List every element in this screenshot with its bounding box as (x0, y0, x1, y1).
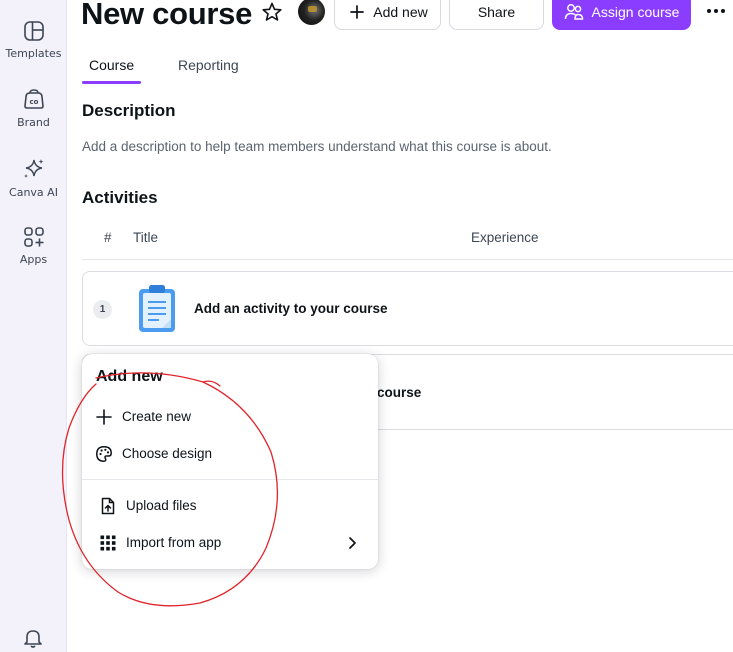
sparkle-icon (23, 159, 43, 178)
assign-users-icon (564, 3, 583, 20)
menu-item-create-new[interactable]: Create new (82, 400, 378, 434)
menu-item-label: Choose design (122, 446, 213, 461)
sidebar-item-apps[interactable]: Apps (0, 226, 67, 266)
activities-heading: Activities (82, 188, 158, 207)
star-icon[interactable] (261, 1, 283, 23)
column-header-number: # (104, 230, 112, 245)
menu-item-label: Upload files (126, 498, 197, 513)
description-heading: Description (82, 101, 176, 120)
chevron-right-icon (349, 537, 356, 549)
share-button[interactable]: Share (449, 0, 544, 30)
assign-course-label: Assign course (591, 3, 680, 20)
activity-title: Add an activity to your course (194, 301, 388, 316)
grid-apps-icon (100, 535, 116, 551)
upload-file-icon (101, 497, 115, 515)
description-placeholder[interactable]: Add a description to help team members u… (82, 139, 552, 154)
menu-item-choose-design[interactable]: Choose design (82, 437, 378, 471)
page-title: New course (81, 0, 253, 31)
apps-icon (23, 227, 44, 247)
clipboard-document-icon (139, 285, 175, 332)
menu-divider (82, 479, 378, 480)
table-header-divider (82, 259, 733, 260)
sidebar-item-label: Canva AI (9, 186, 58, 199)
share-label: Share (477, 3, 516, 20)
sidebar-item-templates[interactable]: Templates (0, 20, 67, 60)
add-new-label: Add new (373, 3, 428, 20)
sidebar: Templates co Brand Canva AI Apps (0, 0, 67, 652)
avatar[interactable] (298, 0, 325, 25)
brand-icon: co (23, 89, 44, 109)
menu-item-upload-files[interactable]: Upload files (82, 489, 378, 523)
menu-item-label: Create new (122, 409, 192, 424)
plus-icon (350, 4, 365, 19)
sidebar-item-brand[interactable]: co Brand (0, 89, 67, 129)
more-options-icon[interactable] (703, 0, 729, 22)
assign-course-button[interactable]: Assign course (552, 0, 691, 30)
activity-row[interactable]: 1 Add an activity to your course (82, 271, 733, 346)
templates-icon (23, 21, 44, 41)
svg-text:co: co (29, 98, 38, 106)
active-tab-indicator (82, 81, 141, 84)
menu-title: Add new (96, 368, 163, 385)
plus-icon (96, 409, 112, 425)
activity-number: 1 (93, 300, 112, 319)
tab-course[interactable]: Course (89, 57, 134, 73)
sidebar-item-label: Templates (5, 47, 62, 60)
menu-item-label: Import from app (126, 535, 222, 550)
bell-icon[interactable] (22, 627, 44, 649)
tab-reporting[interactable]: Reporting (178, 57, 239, 73)
palette-icon (96, 446, 112, 462)
add-new-menu: Add new Create new Choose design Upload … (82, 354, 378, 569)
menu-item-import-from-app[interactable]: Import from app (82, 526, 378, 560)
add-new-button[interactable]: Add new (334, 0, 441, 30)
sidebar-item-label: Apps (19, 253, 48, 266)
column-header-experience: Experience (471, 230, 539, 245)
column-header-title: Title (133, 230, 159, 245)
activity-title: course (377, 385, 422, 400)
sidebar-item-label: Brand (17, 116, 50, 129)
sidebar-item-canva-ai[interactable]: Canva AI (0, 157, 67, 199)
